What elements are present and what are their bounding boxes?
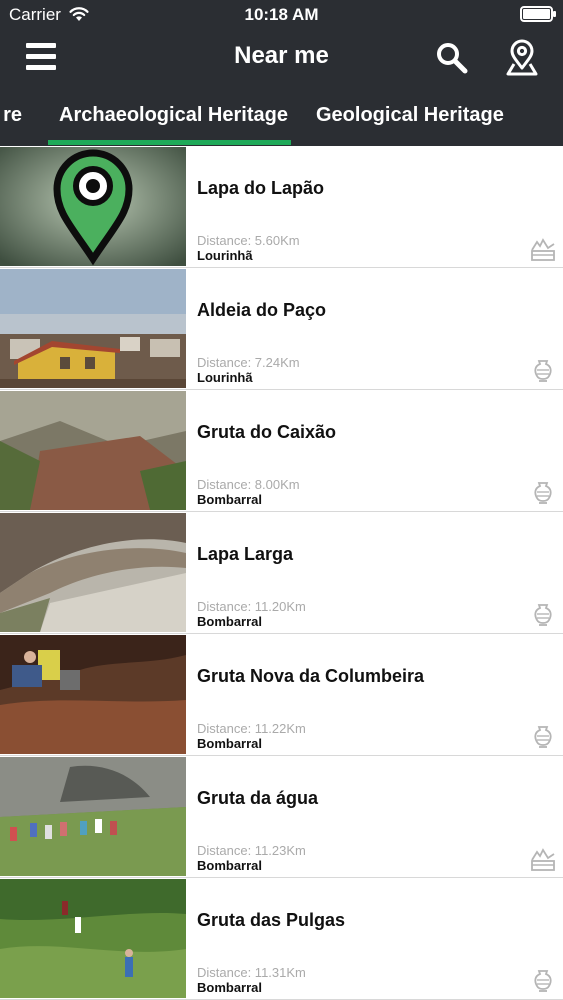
amphora-icon (534, 970, 552, 992)
active-tab-indicator (48, 140, 291, 145)
page-title: Near me (234, 42, 329, 69)
battery-icon (520, 6, 556, 22)
item-place: Bombarral (197, 614, 263, 629)
amphora-icon (534, 726, 552, 748)
app-header: Carrier 10:18 AM Near me re Archaeologic… (0, 0, 563, 146)
item-distance: Distance: 5.60Km (197, 233, 300, 248)
item-place: Bombarral (197, 492, 263, 507)
item-place: Lourinhã (197, 248, 253, 263)
list-item[interactable]: Aldeia do Paço Distance: 7.24Km Lourinhã (0, 268, 563, 390)
list-item[interactable]: Gruta das Pulgas Distance: 11.31Km Bomba… (0, 878, 563, 1000)
nav-bar: Near me (0, 30, 563, 88)
item-title: Lapa do Lapão (197, 178, 325, 198)
item-title: Gruta do Caixão (197, 422, 337, 442)
item-distance: Distance: 11.20Km (197, 599, 306, 614)
amphora-icon (534, 604, 552, 626)
item-place: Lourinhã (197, 370, 253, 385)
tab-previous[interactable]: re (3, 104, 22, 127)
search-button[interactable] (434, 40, 470, 76)
item-place: Bombarral (197, 980, 263, 995)
list-item[interactable]: Lapa Larga Distance: 11.20Km Bombarral (0, 512, 563, 634)
item-distance: Distance: 7.24Km (197, 355, 300, 370)
list-item[interactable]: Gruta do Caixão Distance: 8.00Km Bombarr… (0, 390, 563, 512)
place-photo (0, 757, 186, 876)
item-title: Gruta Nova da Columbeira (197, 666, 425, 686)
amphora-icon (534, 482, 552, 504)
item-distance: Distance: 11.23Km (197, 843, 306, 858)
item-place: Bombarral (197, 858, 263, 873)
amphora-icon (534, 360, 552, 382)
place-photo (0, 391, 186, 510)
status-time: 10:18 AM (244, 5, 319, 24)
place-photo (0, 269, 186, 388)
item-distance: Distance: 8.00Km (197, 477, 300, 492)
status-bar: Carrier 10:18 AM (0, 0, 563, 30)
landscape-icon (531, 848, 555, 871)
map-location-button[interactable] (502, 38, 542, 78)
item-title: Gruta da água (197, 788, 319, 808)
search-icon (437, 43, 468, 74)
place-photo (0, 635, 186, 754)
list-item[interactable]: Gruta da água Distance: 11.23Km Bombarra… (0, 756, 563, 878)
place-photo (0, 513, 186, 632)
place-photo (0, 147, 186, 266)
item-distance: Distance: 11.22Km (197, 721, 306, 736)
landscape-icon (531, 238, 555, 261)
tab-geological-heritage[interactable]: Geological Heritage (316, 104, 504, 127)
list-item[interactable]: Lapa do Lapão Distance: 5.60Km Lourinhã (0, 146, 563, 268)
item-distance: Distance: 11.31Km (197, 965, 306, 980)
item-place: Bombarral (197, 736, 263, 751)
category-tabs: re Archaeological Heritage Geological He… (0, 88, 563, 146)
tab-archaeological-heritage[interactable]: Archaeological Heritage (59, 104, 288, 127)
item-title: Gruta das Pulgas (197, 910, 346, 930)
map-pin-icon (506, 39, 538, 76)
place-photo (0, 879, 186, 998)
item-title: Aldeia do Paço (197, 300, 327, 320)
item-title: Lapa Larga (197, 544, 294, 564)
list-item[interactable]: Gruta Nova da Columbeira Distance: 11.22… (0, 634, 563, 756)
